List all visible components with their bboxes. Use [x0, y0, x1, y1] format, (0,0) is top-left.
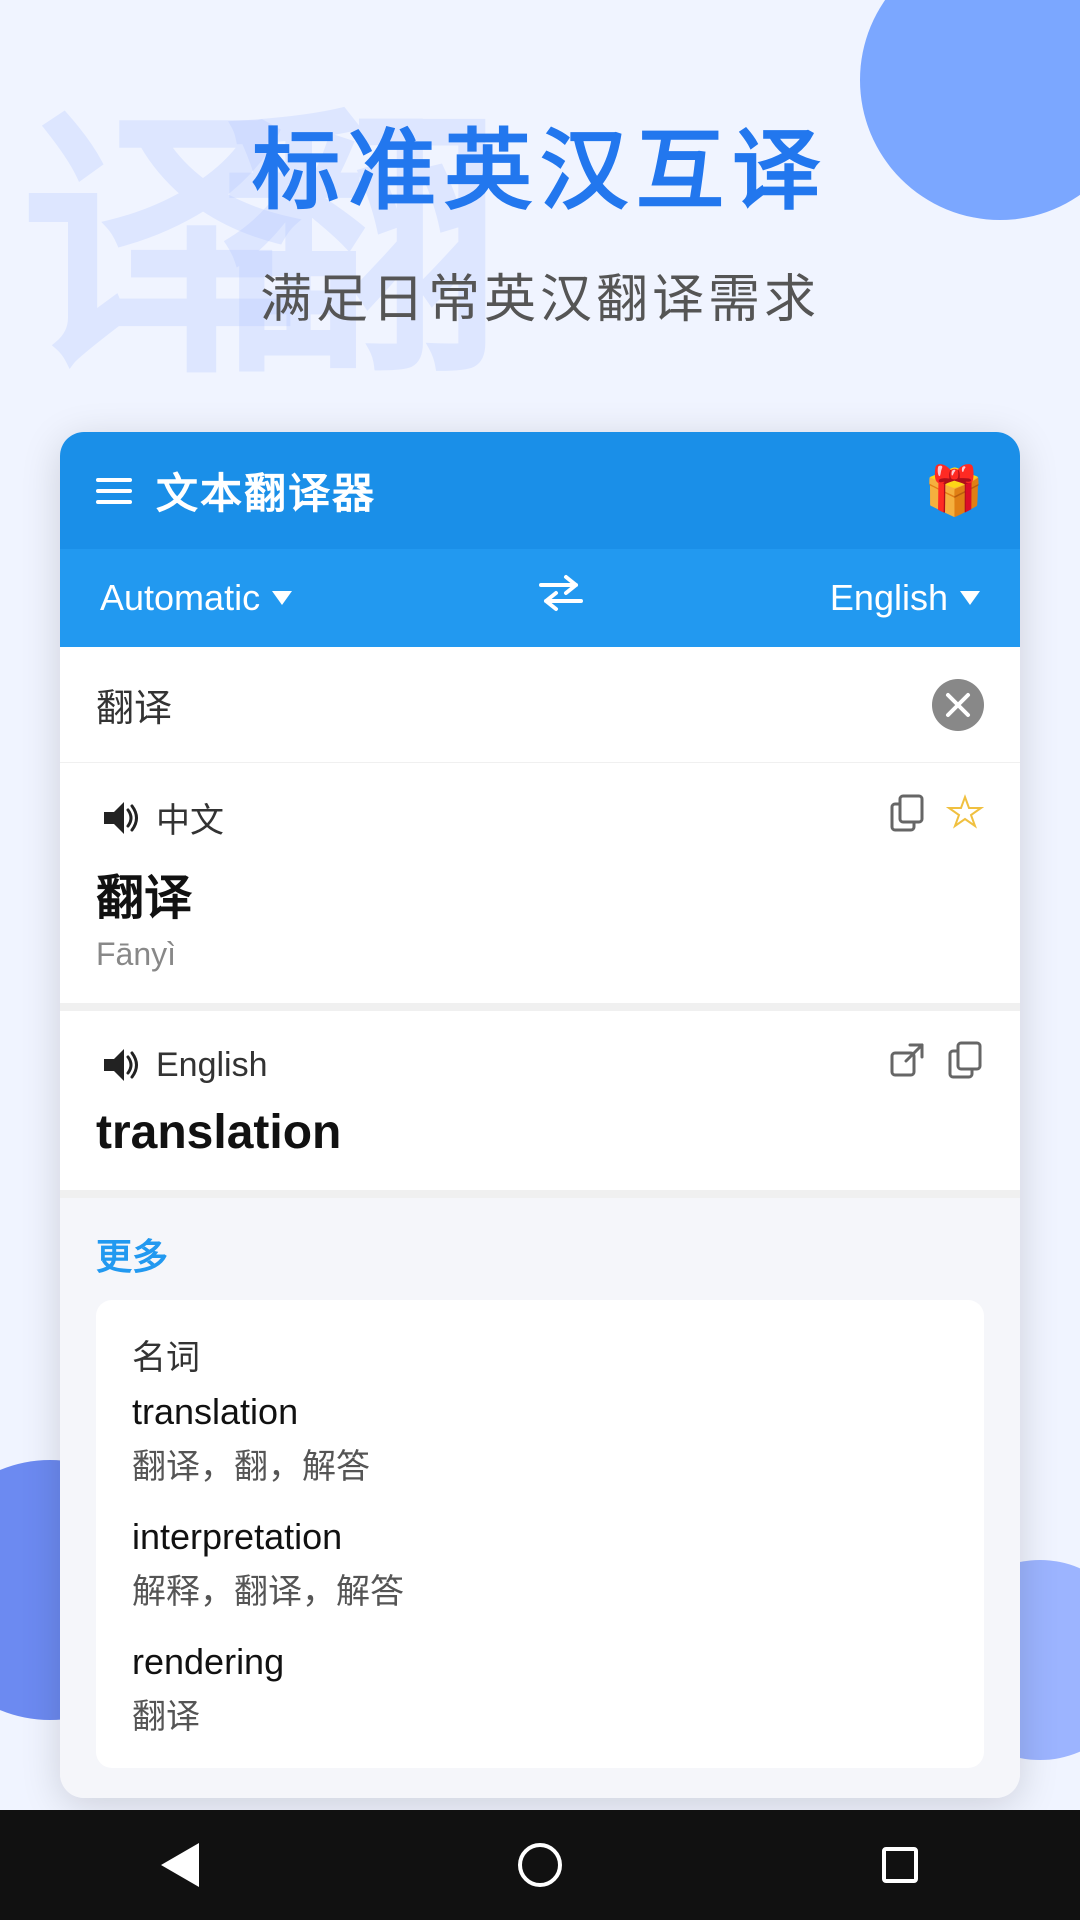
english-result-header: English: [96, 1041, 984, 1089]
nav-back-icon: [161, 1843, 199, 1887]
chinese-lang-info: 中文: [96, 793, 224, 842]
chinese-result-actions: [888, 794, 984, 842]
gift-icon[interactable]: 🎁: [924, 462, 984, 519]
chinese-speaker-icon[interactable]: [96, 796, 140, 840]
nav-recent-button[interactable]: [860, 1825, 940, 1905]
copy-chinese-button[interactable]: [888, 794, 926, 842]
english-result-card: English translation: [60, 1011, 1020, 1198]
toolbar-left: 文本翻译器: [96, 460, 376, 521]
pos-label: 名词: [132, 1330, 948, 1379]
nav-back-button[interactable]: [140, 1825, 220, 1905]
word-en-1: interpretation: [132, 1516, 948, 1558]
swap-language-button[interactable]: [536, 573, 586, 623]
word-entry-1: interpretation 解释，翻译，解答: [132, 1516, 948, 1613]
copy-english-button[interactable]: [946, 1041, 984, 1089]
favorite-chinese-button[interactable]: [946, 794, 984, 842]
more-section: 更多 名词 translation 翻译，翻，解答 interpretation…: [60, 1198, 1020, 1798]
hamburger-line-1: [96, 478, 132, 482]
hero-title: 标准英汉互译: [60, 100, 1020, 227]
word-cn-0: 翻译，翻，解答: [132, 1439, 948, 1488]
english-speaker-icon[interactable]: [96, 1043, 140, 1087]
target-language-button[interactable]: English: [830, 577, 980, 619]
input-area[interactable]: 翻译: [60, 647, 1020, 763]
bottom-nav: [0, 1810, 1080, 1920]
word-en-2: rendering: [132, 1641, 948, 1683]
word-cn-1: 解释，翻译，解答: [132, 1564, 948, 1613]
word-cn-2: 翻译: [132, 1689, 948, 1738]
nav-recent-icon: [882, 1847, 918, 1883]
more-title: 更多: [96, 1228, 984, 1280]
word-entry-2: rendering 翻译: [132, 1641, 948, 1738]
clear-button[interactable]: [932, 679, 984, 731]
source-language-button[interactable]: Automatic: [100, 577, 292, 619]
chinese-result-card: 中文 翻译 Fānyì: [60, 763, 1020, 1011]
input-text: 翻译: [96, 677, 932, 732]
app-toolbar: 文本翻译器 🎁: [60, 432, 1020, 549]
hamburger-line-3: [96, 500, 132, 504]
menu-button[interactable]: [96, 478, 132, 504]
chinese-lang-label: 中文: [156, 793, 224, 842]
app-card: 文本翻译器 🎁 Automatic English 翻译: [60, 432, 1020, 1798]
external-link-button[interactable]: [888, 1041, 926, 1089]
english-result-actions: [888, 1041, 984, 1089]
nav-home-icon: [518, 1843, 562, 1887]
source-language-dropdown-arrow: [272, 591, 292, 605]
language-selector: Automatic English: [60, 549, 1020, 647]
hero-subtitle: 满足日常英汉翻译需求: [60, 257, 1020, 332]
more-content: 名词 translation 翻译，翻，解答 interpretation 解释…: [96, 1300, 984, 1768]
chinese-result-pinyin: Fānyì: [96, 936, 984, 973]
nav-home-button[interactable]: [500, 1825, 580, 1905]
word-entry-0: translation 翻译，翻，解答: [132, 1391, 948, 1488]
word-en-0: translation: [132, 1391, 948, 1433]
toolbar-title: 文本翻译器: [156, 460, 376, 521]
target-language-dropdown-arrow: [960, 591, 980, 605]
chinese-result-word: 翻译: [96, 858, 984, 928]
chinese-result-header: 中文: [96, 793, 984, 842]
source-language-label: Automatic: [100, 577, 260, 619]
hamburger-line-2: [96, 489, 132, 493]
english-result-word: translation: [96, 1105, 984, 1160]
english-lang-info: English: [96, 1043, 268, 1087]
target-language-label: English: [830, 577, 948, 619]
hero-section: 标准英汉互译 满足日常英汉翻译需求: [0, 0, 1080, 392]
english-lang-label: English: [156, 1046, 268, 1085]
